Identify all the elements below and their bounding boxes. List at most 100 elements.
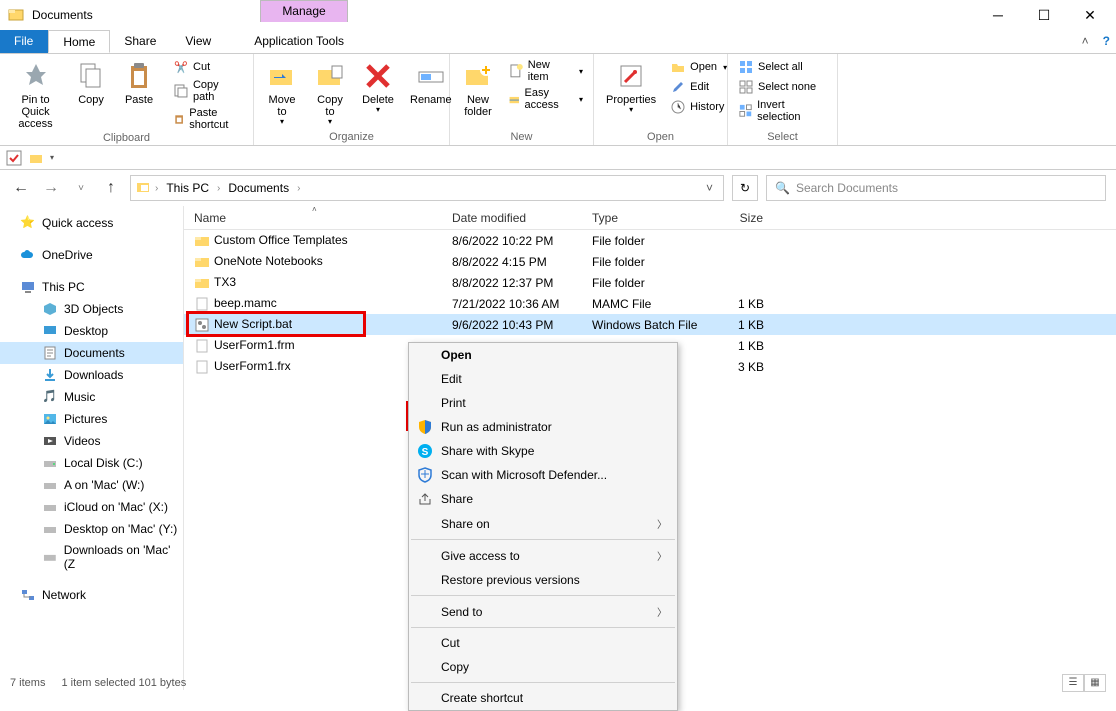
breadcrumb-sep-icon[interactable]: › bbox=[155, 183, 158, 194]
file-row[interactable]: beep.mamc7/21/2022 10:36 AMMAMC File1 KB bbox=[184, 293, 1116, 314]
forward-button[interactable]: → bbox=[40, 177, 62, 199]
file-row[interactable]: New Script.bat9/6/2022 10:43 PMWindows B… bbox=[184, 314, 1116, 335]
nav-this-pc[interactable]: This PC bbox=[0, 276, 183, 298]
close-button[interactable]: ✕ bbox=[1076, 7, 1104, 24]
minimize-button[interactable]: ─ bbox=[984, 7, 1012, 24]
ctx-create-shortcut[interactable]: Create shortcut bbox=[409, 686, 677, 710]
tab-home[interactable]: Home bbox=[48, 30, 110, 53]
qat-dropdown-icon[interactable]: ▾ bbox=[50, 153, 54, 162]
new-item-button[interactable]: New item▾ bbox=[504, 58, 587, 84]
refresh-button[interactable]: ↻ bbox=[732, 175, 758, 201]
nav-downloads[interactable]: Downloads bbox=[0, 364, 183, 386]
select-all-button[interactable]: Select all bbox=[734, 58, 831, 76]
properties-button[interactable]: Properties▾ bbox=[600, 58, 662, 117]
breadcrumb-this-pc[interactable]: This PC bbox=[162, 181, 213, 195]
nav-a-mac[interactable]: A on 'Mac' (W:) bbox=[0, 474, 183, 496]
file-row[interactable]: TX38/8/2022 12:37 PMFile folder bbox=[184, 272, 1116, 293]
nav-downloads-mac[interactable]: Downloads on 'Mac' (Z bbox=[0, 540, 183, 574]
column-type[interactable]: Type bbox=[582, 211, 704, 225]
up-button[interactable]: ↑ bbox=[100, 177, 122, 199]
pc-icon bbox=[20, 279, 36, 295]
open-button[interactable]: Open▾ bbox=[666, 58, 731, 76]
file-row[interactable]: OneNote Notebooks8/8/2022 4:15 PMFile fo… bbox=[184, 251, 1116, 272]
nav-icloud-mac[interactable]: iCloud on 'Mac' (X:) bbox=[0, 496, 183, 518]
nav-pictures[interactable]: Pictures bbox=[0, 408, 183, 430]
copy-to-button[interactable]: Copy to▾ bbox=[308, 58, 352, 129]
easy-access-button[interactable]: Easy access▾ bbox=[504, 86, 587, 112]
pictures-icon bbox=[42, 411, 58, 427]
ctx-restore-versions[interactable]: Restore previous versions bbox=[409, 568, 677, 592]
invert-selection-button[interactable]: Invert selection bbox=[734, 98, 831, 124]
copy-path-button[interactable]: Copy path bbox=[169, 78, 247, 104]
breadcrumb-bar[interactable]: › This PC › Documents › ˅ bbox=[130, 175, 724, 201]
contextual-tab-manage[interactable]: Manage bbox=[260, 0, 348, 22]
column-headers: Name Date modified Type Size bbox=[184, 206, 1116, 230]
move-to-button[interactable]: Move to▾ bbox=[260, 58, 304, 129]
paste-shortcut-button[interactable]: Paste shortcut bbox=[169, 106, 247, 132]
back-button[interactable]: ← bbox=[10, 177, 32, 199]
nav-videos[interactable]: Videos bbox=[0, 430, 183, 452]
paste-button[interactable]: Paste bbox=[117, 58, 161, 108]
select-none-button[interactable]: Select none bbox=[734, 78, 831, 96]
drive-icon bbox=[42, 455, 58, 471]
cut-button[interactable]: ✂️Cut bbox=[169, 58, 247, 76]
qat-folder-icon[interactable] bbox=[28, 150, 44, 166]
titlebar: Documents Manage ─ ☐ ✕ bbox=[0, 0, 1116, 30]
file-row[interactable]: Custom Office Templates8/6/2022 10:22 PM… bbox=[184, 230, 1116, 251]
star-icon: ⭐ bbox=[20, 215, 36, 231]
ctx-give-access[interactable]: Give access to〉 bbox=[409, 543, 677, 568]
new-item-icon bbox=[508, 63, 524, 79]
column-date[interactable]: Date modified bbox=[442, 211, 582, 225]
qat-checkbox-icon[interactable] bbox=[6, 150, 22, 166]
ctx-cut[interactable]: Cut bbox=[409, 631, 677, 655]
nav-desktop-mac[interactable]: Desktop on 'Mac' (Y:) bbox=[0, 518, 183, 540]
tab-file[interactable]: File bbox=[0, 30, 48, 53]
tab-application-tools[interactable]: Application Tools bbox=[240, 30, 359, 53]
copy-icon bbox=[75, 60, 107, 92]
history-button[interactable]: History bbox=[666, 98, 731, 116]
ctx-share[interactable]: Share bbox=[409, 487, 677, 511]
column-size[interactable]: Size bbox=[704, 211, 774, 225]
nav-network[interactable]: Network bbox=[0, 584, 183, 606]
help-icon[interactable]: ? bbox=[1097, 30, 1116, 53]
file-size: 1 KB bbox=[704, 318, 774, 332]
nav-music[interactable]: 🎵Music bbox=[0, 386, 183, 408]
new-folder-button[interactable]: New folder bbox=[456, 58, 500, 120]
breadcrumb-sep-icon[interactable]: › bbox=[217, 183, 220, 194]
ctx-send-to[interactable]: Send to〉 bbox=[409, 599, 677, 624]
tab-view[interactable]: View bbox=[171, 30, 226, 53]
file-size: 3 KB bbox=[704, 360, 774, 374]
paste-icon bbox=[123, 60, 155, 92]
nav-local-disk-c[interactable]: Local Disk (C:) bbox=[0, 452, 183, 474]
nav-quick-access[interactable]: ⭐Quick access bbox=[0, 212, 183, 234]
ribbon: Pin to Quick access Copy Paste ✂️Cut Cop… bbox=[0, 54, 1116, 146]
open-folder-icon bbox=[670, 59, 686, 75]
breadcrumb-documents[interactable]: Documents bbox=[224, 181, 293, 195]
pin-to-quick-access-button[interactable]: Pin to Quick access bbox=[6, 58, 65, 132]
edit-button[interactable]: Edit bbox=[666, 78, 731, 96]
music-icon: 🎵 bbox=[42, 389, 58, 405]
recent-locations-button[interactable]: ˅ bbox=[70, 177, 92, 199]
delete-button[interactable]: Delete▾ bbox=[356, 58, 400, 117]
desktop-icon bbox=[42, 323, 58, 339]
ctx-share-skype[interactable]: SShare with Skype bbox=[409, 439, 677, 463]
search-box[interactable]: 🔍 Search Documents bbox=[766, 175, 1106, 201]
tab-share[interactable]: Share bbox=[110, 30, 171, 53]
ctx-print[interactable]: Print bbox=[409, 391, 677, 415]
collapse-ribbon-icon[interactable]: ˄ bbox=[1074, 30, 1097, 53]
maximize-button[interactable]: ☐ bbox=[1030, 7, 1058, 24]
window-title: Documents bbox=[32, 8, 984, 22]
ctx-share-on[interactable]: Share on〉 bbox=[409, 511, 677, 536]
ctx-run-as-admin[interactable]: Run as administrator bbox=[409, 415, 677, 439]
ctx-edit[interactable]: Edit bbox=[409, 367, 677, 391]
copy-button[interactable]: Copy bbox=[69, 58, 113, 108]
nav-3d-objects[interactable]: 3D Objects bbox=[0, 298, 183, 320]
address-dropdown-icon[interactable]: ˅ bbox=[700, 181, 719, 195]
nav-documents[interactable]: Documents bbox=[0, 342, 183, 364]
breadcrumb-sep-icon[interactable]: › bbox=[297, 183, 300, 194]
nav-desktop[interactable]: Desktop bbox=[0, 320, 183, 342]
file-icon bbox=[194, 275, 210, 291]
ctx-open[interactable]: Open bbox=[409, 343, 677, 367]
nav-onedrive[interactable]: OneDrive bbox=[0, 244, 183, 266]
ctx-scan-defender[interactable]: Scan with Microsoft Defender... bbox=[409, 463, 677, 487]
